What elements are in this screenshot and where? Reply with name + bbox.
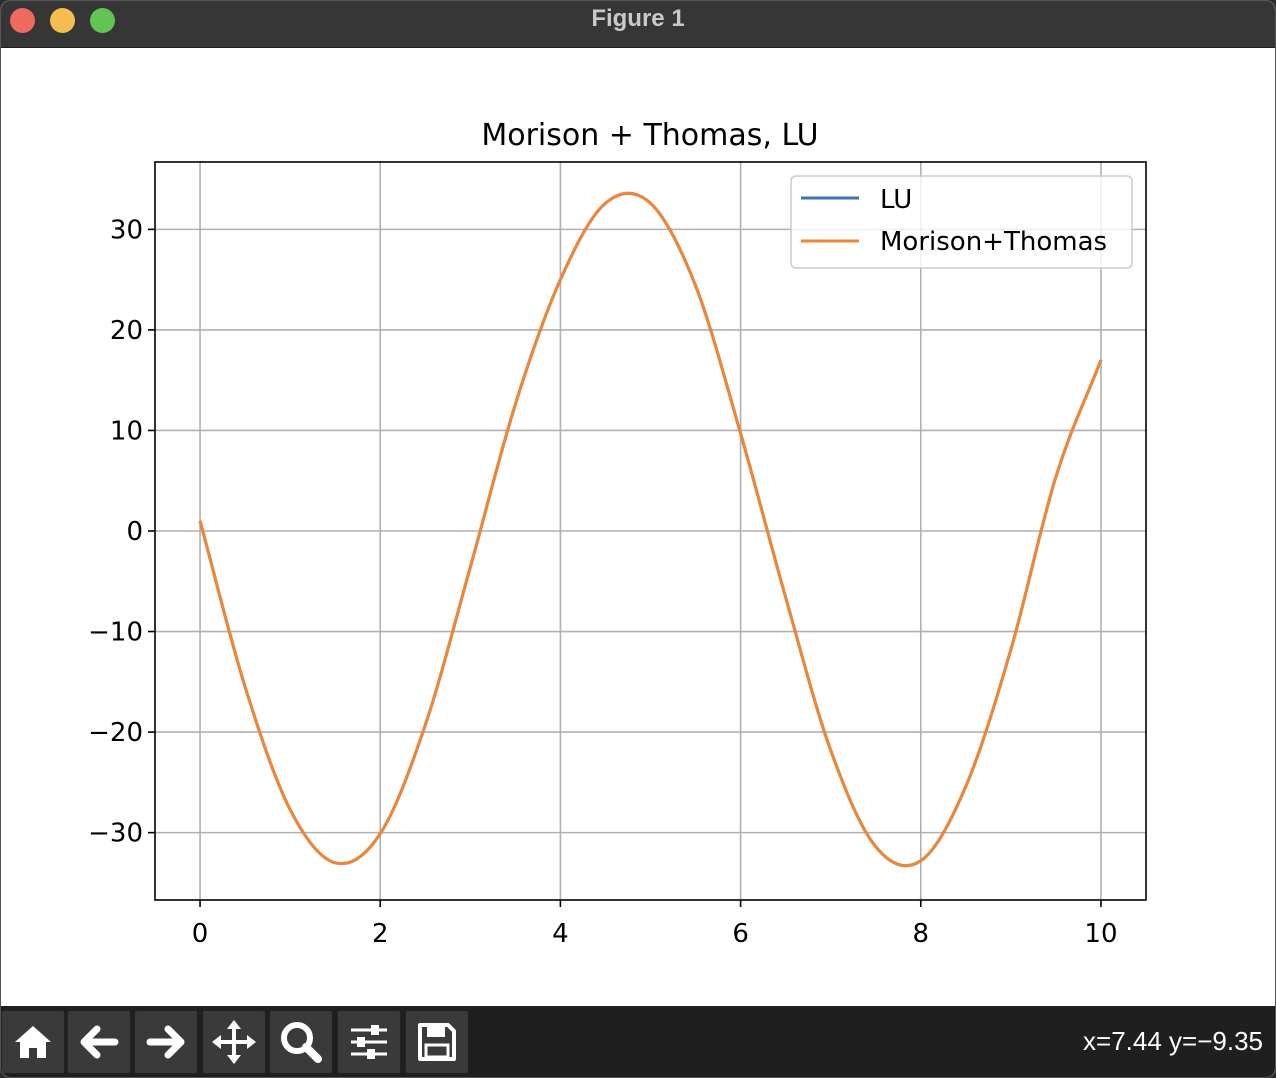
navigation-toolbar: x=7.44 y=−9.35	[1, 1006, 1275, 1077]
y-tick-label: 10	[110, 416, 143, 446]
x-tick-label: 8	[912, 919, 929, 949]
figure-canvas[interactable]: Morison + Thomas, LU 0 2 4 6 8 10 30 20 10 0 −10 −…	[1, 48, 1275, 1006]
y-tick-label: 30	[110, 215, 143, 245]
x-tick-label: 0	[192, 919, 209, 949]
subplots-sliders-icon	[351, 1025, 387, 1059]
pan-move-icon	[212, 1020, 256, 1064]
series-line-lu	[198, 191, 1103, 868]
cursor-coordinates: x=7.44 y=−9.35	[1083, 1026, 1263, 1056]
x-tick-label: 6	[732, 919, 749, 949]
x-tick-label: 4	[552, 919, 569, 949]
zoom-magnifier-icon	[281, 1022, 322, 1063]
zoom-button[interactable]	[269, 1010, 333, 1074]
back-arrow-icon	[80, 1025, 119, 1059]
home-button[interactable]	[1, 1010, 65, 1074]
y-axis-ticks: 30 20 10 0 −10 −20 −30	[88, 215, 155, 849]
y-tick-label: −30	[88, 819, 143, 849]
legend-label-lu: LU	[880, 185, 912, 215]
y-tick-label: 20	[110, 316, 143, 346]
series-line-morison-thomas	[198, 191, 1103, 868]
y-tick-label: −20	[88, 718, 143, 748]
title-bar: Figure 1	[1, 1, 1275, 48]
save-floppy-icon	[418, 1023, 456, 1061]
x-tick-label: 2	[372, 919, 389, 949]
configure-subplots-button[interactable]	[337, 1010, 401, 1074]
forward-button[interactable]	[134, 1010, 198, 1074]
line-chart: Morison + Thomas, LU 0 2 4 6 8 10 30 20 10 0 −10 −…	[88, 118, 1147, 949]
home-icon	[15, 1026, 51, 1058]
legend-label-morison-thomas: Morison+Thomas	[880, 227, 1107, 257]
y-tick-label: −10	[88, 618, 143, 648]
window-title: Figure 1	[591, 5, 685, 32]
x-tick-label: 10	[1084, 919, 1117, 949]
save-button[interactable]	[405, 1010, 469, 1074]
y-tick-label: 0	[126, 517, 143, 547]
legend: LU Morison+Thomas	[790, 175, 1133, 269]
x-axis-ticks: 0 2 4 6 8 10	[192, 900, 1118, 949]
grid-lines	[155, 162, 1146, 900]
back-button[interactable]	[67, 1010, 131, 1074]
pan-button[interactable]	[202, 1010, 266, 1074]
series-lines	[198, 191, 1103, 868]
chart-title: Morison + Thomas, LU	[481, 118, 818, 153]
figure-window: Figure 1 Morison + Thomas, LU 0 2 4 6 8 10 30…	[0, 0, 1276, 1078]
forward-arrow-icon	[146, 1025, 185, 1059]
